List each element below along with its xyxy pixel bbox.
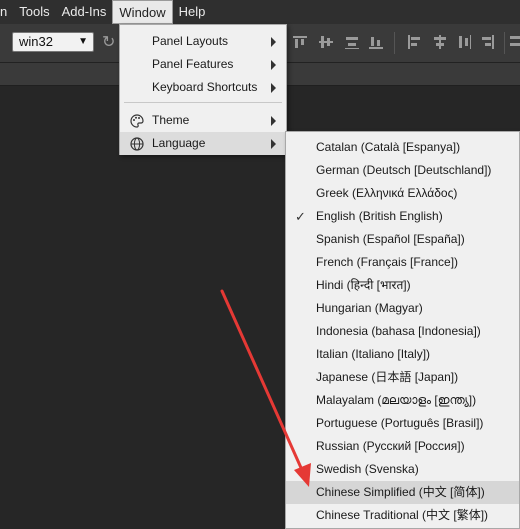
align-center-horizontal-icon[interactable] — [432, 34, 448, 50]
menu-item-panel-features[interactable]: Panel Features — [120, 53, 286, 76]
language-item-malayalam[interactable]: Malayalam (മലയാളം [ഇന്ത്യ]) — [286, 389, 519, 412]
menu-separator — [124, 102, 282, 103]
language-label: Greek (Ελληνικά Ελλάδος) — [316, 186, 458, 200]
chevron-down-icon: ▼ — [78, 36, 88, 47]
menu-item-theme[interactable]: Theme — [120, 109, 286, 132]
language-item-indonesian[interactable]: Indonesia (bahasa [Indonesia]) — [286, 320, 519, 343]
menu-item-label: Language — [152, 136, 206, 150]
menu-tools[interactable]: Tools — [13, 0, 55, 24]
menu-item-keyboard-shortcuts[interactable]: Keyboard Shortcuts — [120, 76, 286, 99]
language-item-english[interactable]: ✓ English (British English) — [286, 205, 519, 228]
align-left-icon[interactable] — [406, 34, 422, 50]
menu-help[interactable]: Help — [173, 0, 212, 24]
submenu-arrow-icon — [271, 116, 276, 126]
language-label: French (Français [France]) — [316, 255, 459, 269]
language-item-japanese[interactable]: Japanese (日本語 [Japan]) — [286, 366, 519, 389]
language-label: Hindi (हिन्दी [भारत]) — [316, 278, 411, 292]
align-top-icon[interactable] — [292, 34, 308, 50]
language-label: Hungarian (Magyar) — [316, 301, 423, 315]
platform-select-value: win32 — [19, 34, 53, 49]
toolbar-divider — [504, 32, 505, 54]
language-label: German (Deutsch [Deutschland]) — [316, 163, 492, 177]
language-label: Portuguese (Português [Brasil]) — [316, 416, 484, 430]
language-label: Japanese (日本語 [Japan]) — [316, 370, 459, 384]
language-item-french[interactable]: French (Français [France]) — [286, 251, 519, 274]
menu-item-label: Keyboard Shortcuts — [152, 80, 258, 94]
language-item-russian[interactable]: Russian (Русский [Россия]) — [286, 435, 519, 458]
language-label: Italian (Italiano [Italy]) — [316, 347, 431, 361]
menu-bar: n Tools Add-Ins Window Help — [0, 0, 520, 24]
language-label: Catalan (Català [Espanya]) — [316, 140, 461, 154]
submenu-arrow-icon — [271, 83, 276, 93]
language-label: Chinese Traditional (中文 [繁体]) — [316, 508, 489, 522]
align-right-icon[interactable] — [480, 34, 496, 50]
language-item-italian[interactable]: Italian (Italiano [Italy]) — [286, 343, 519, 366]
language-label: Indonesia (bahasa [Indonesia]) — [316, 324, 481, 338]
menu-item-panel-layouts[interactable]: Panel Layouts — [120, 30, 286, 53]
menu-item-language[interactable]: Language — [120, 132, 286, 155]
language-label: Spanish (Español [España]) — [316, 232, 465, 246]
language-item-portuguese[interactable]: Portuguese (Português [Brasil]) — [286, 412, 519, 435]
language-label: English (British English) — [316, 209, 443, 223]
globe-icon — [130, 136, 144, 151]
menu-item-label: Panel Layouts — [152, 34, 229, 48]
more-tools-icon[interactable] — [508, 34, 520, 50]
language-item-chinese-simplified[interactable]: Chinese Simplified (中文 [简体]) — [286, 481, 519, 504]
language-label: Russian (Русский [Россия]) — [316, 439, 465, 453]
platform-select[interactable]: win32 ▼ — [12, 32, 94, 52]
align-center-vertical-icon[interactable] — [318, 34, 334, 50]
submenu-arrow-icon — [271, 37, 276, 47]
distribute-horizontal-icon[interactable] — [456, 34, 472, 50]
language-item-catalan[interactable]: Catalan (Català [Espanya]) — [286, 136, 519, 159]
menu-window[interactable]: Window — [112, 0, 173, 24]
checkmark-icon: ✓ — [295, 209, 306, 224]
language-item-greek[interactable]: Greek (Ελληνικά Ελλάδος) — [286, 182, 519, 205]
menu-item-label: Theme — [152, 113, 190, 127]
menu-view-partial[interactable]: n — [0, 0, 13, 24]
language-submenu: Catalan (Català [Espanya]) German (Deuts… — [285, 131, 520, 529]
menu-item-label: Panel Features — [152, 57, 234, 71]
language-item-hindi[interactable]: Hindi (हिन्दी [भारत]) — [286, 274, 519, 297]
palette-icon — [130, 113, 144, 128]
language-label: Chinese Simplified (中文 [简体]) — [316, 485, 485, 499]
language-item-spanish[interactable]: Spanish (Español [España]) — [286, 228, 519, 251]
window-menu: Panel Layouts Panel Features Keyboard Sh… — [119, 24, 287, 155]
distribute-icon[interactable] — [344, 34, 360, 50]
language-label: Swedish (Svenska) — [316, 462, 419, 476]
submenu-arrow-icon — [271, 139, 276, 149]
toolbar-divider — [394, 32, 395, 54]
language-item-hungarian[interactable]: Hungarian (Magyar) — [286, 297, 519, 320]
align-bottom-icon[interactable] — [368, 34, 384, 50]
menu-add-ins[interactable]: Add-Ins — [56, 0, 113, 24]
refresh-icon[interactable]: ↻ — [102, 32, 115, 52]
language-item-german[interactable]: German (Deutsch [Deutschland]) — [286, 159, 519, 182]
language-item-swedish[interactable]: Swedish (Svenska) — [286, 458, 519, 481]
language-item-chinese-traditional[interactable]: Chinese Traditional (中文 [繁体]) — [286, 504, 519, 527]
language-label: Malayalam (മലയാളം [ഇന്ത്യ]) — [316, 393, 477, 407]
submenu-arrow-icon — [271, 60, 276, 70]
